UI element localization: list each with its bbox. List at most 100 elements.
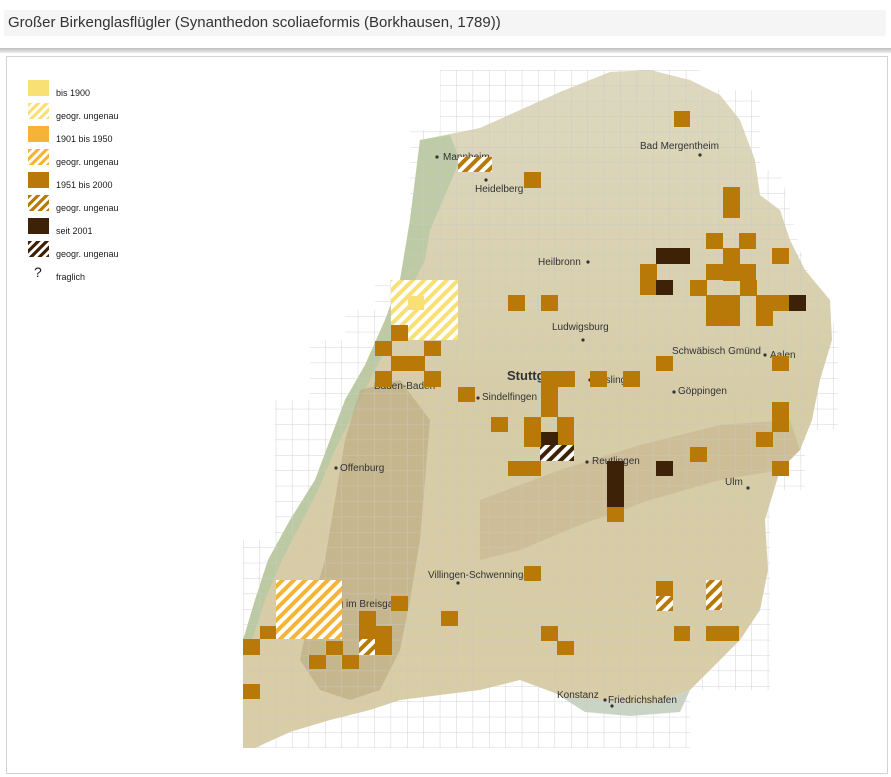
legend-label: geogr. ungenau (56, 157, 119, 167)
record-cell (508, 295, 525, 311)
record-cell (739, 264, 756, 280)
record-cell (607, 461, 624, 507)
record-cell (359, 639, 377, 655)
place-label: Villingen-Schwenningen (428, 570, 535, 581)
place-dot (476, 396, 480, 400)
record-cell (458, 387, 475, 402)
place-label: Sindelfingen (482, 392, 537, 403)
legend-label: geogr. ungenau (56, 111, 119, 121)
record-cell (491, 417, 508, 432)
question-mark-icon: ? (34, 264, 42, 280)
legend-label: fraglich (56, 272, 86, 282)
record-cell (772, 248, 789, 264)
record-cell (756, 432, 773, 447)
legend-swatch-hatched (28, 195, 49, 211)
record-cell (789, 295, 806, 311)
record-cell (756, 295, 789, 311)
legend-item-bis-1900-imprecise: geogr. ungenau (28, 103, 168, 123)
record-cell (508, 461, 541, 476)
record-cell (706, 626, 739, 641)
legend-label: bis 1900 (56, 88, 91, 98)
record-cell (260, 626, 276, 639)
place-label: Ludwigsburg (552, 322, 609, 333)
record-cell (656, 280, 673, 295)
record-cell (723, 248, 740, 281)
place-label: Schwäbisch Gmünd (672, 346, 761, 357)
record-cell (408, 296, 424, 310)
record-cell (640, 264, 657, 295)
place-label: Bad Mergentheim (640, 141, 719, 152)
legend-item-1901-1950: 1901 bis 1950 (28, 126, 168, 146)
place-dot (672, 390, 676, 394)
record-cell (706, 580, 722, 610)
legend-item-fraglich: ? fraglich (28, 264, 168, 284)
record-cell (359, 611, 376, 639)
record-cell (375, 341, 392, 356)
record-cell (656, 461, 673, 476)
place-dot (698, 153, 702, 157)
record-cell (557, 641, 574, 655)
legend-label: geogr. ungenau (56, 203, 119, 213)
record-cell (690, 447, 707, 462)
place-dot (763, 353, 767, 357)
legend-item-seit-2001-imprecise: geogr. ungenau (28, 241, 168, 261)
place-dot (435, 155, 439, 159)
record-cell (590, 371, 607, 387)
place-label: Heidelberg (475, 184, 523, 195)
record-cell (772, 356, 789, 371)
place-dot (586, 260, 590, 264)
legend-item-1951-2000-imprecise: geogr. ungenau (28, 195, 168, 215)
record-cell (656, 248, 690, 264)
record-cell (309, 655, 326, 669)
place-dot (456, 581, 460, 585)
record-cell (375, 371, 392, 387)
record-cell (756, 310, 773, 326)
record-cell (656, 596, 673, 611)
record-cell (342, 655, 359, 669)
place-label: Offenburg (340, 463, 384, 474)
legend-item-1901-1950-imprecise: geogr. ungenau (28, 149, 168, 169)
record-cell (524, 566, 541, 581)
record-cell (772, 402, 789, 432)
legend-swatch (28, 126, 49, 142)
place-dot (334, 466, 338, 470)
record-cell (723, 187, 740, 218)
record-cell (540, 445, 574, 461)
record-cell (541, 371, 575, 387)
record-cell (557, 417, 574, 445)
record-cell (375, 626, 392, 655)
record-cell (391, 325, 408, 341)
legend-item-seit-2001: seit 2001 (28, 218, 168, 238)
record-cell (772, 461, 789, 476)
place-dot (603, 698, 607, 702)
record-cell (706, 295, 740, 326)
record-cell (524, 172, 541, 188)
record-cell (656, 581, 673, 596)
record-cell (541, 626, 558, 641)
record-cell (458, 157, 492, 172)
place-dot (746, 486, 750, 490)
record-cell (541, 295, 558, 311)
place-dot (581, 338, 585, 342)
legend-swatch-hatched (28, 241, 49, 257)
legend-swatch (28, 218, 49, 234)
record-cell (441, 611, 458, 626)
legend-swatch-hatched (28, 149, 49, 165)
record-cell (424, 371, 441, 387)
record-cell (424, 341, 441, 356)
record-cell (326, 641, 343, 655)
legend-swatch (28, 172, 49, 188)
record-cell (541, 387, 558, 417)
legend-swatch (28, 80, 49, 96)
record-cell (674, 111, 690, 127)
record-cell (243, 639, 260, 655)
legend-item-bis-1900: bis 1900 (28, 80, 168, 100)
record-cell (607, 507, 624, 522)
place-label: Ulm (725, 477, 743, 488)
record-cell (739, 233, 756, 249)
record-cell (706, 264, 723, 280)
record-cell (706, 233, 723, 249)
record-cell (690, 280, 707, 296)
place-label: Heilbronn (538, 257, 581, 268)
legend-item-1951-2000: 1951 bis 2000 (28, 172, 168, 192)
